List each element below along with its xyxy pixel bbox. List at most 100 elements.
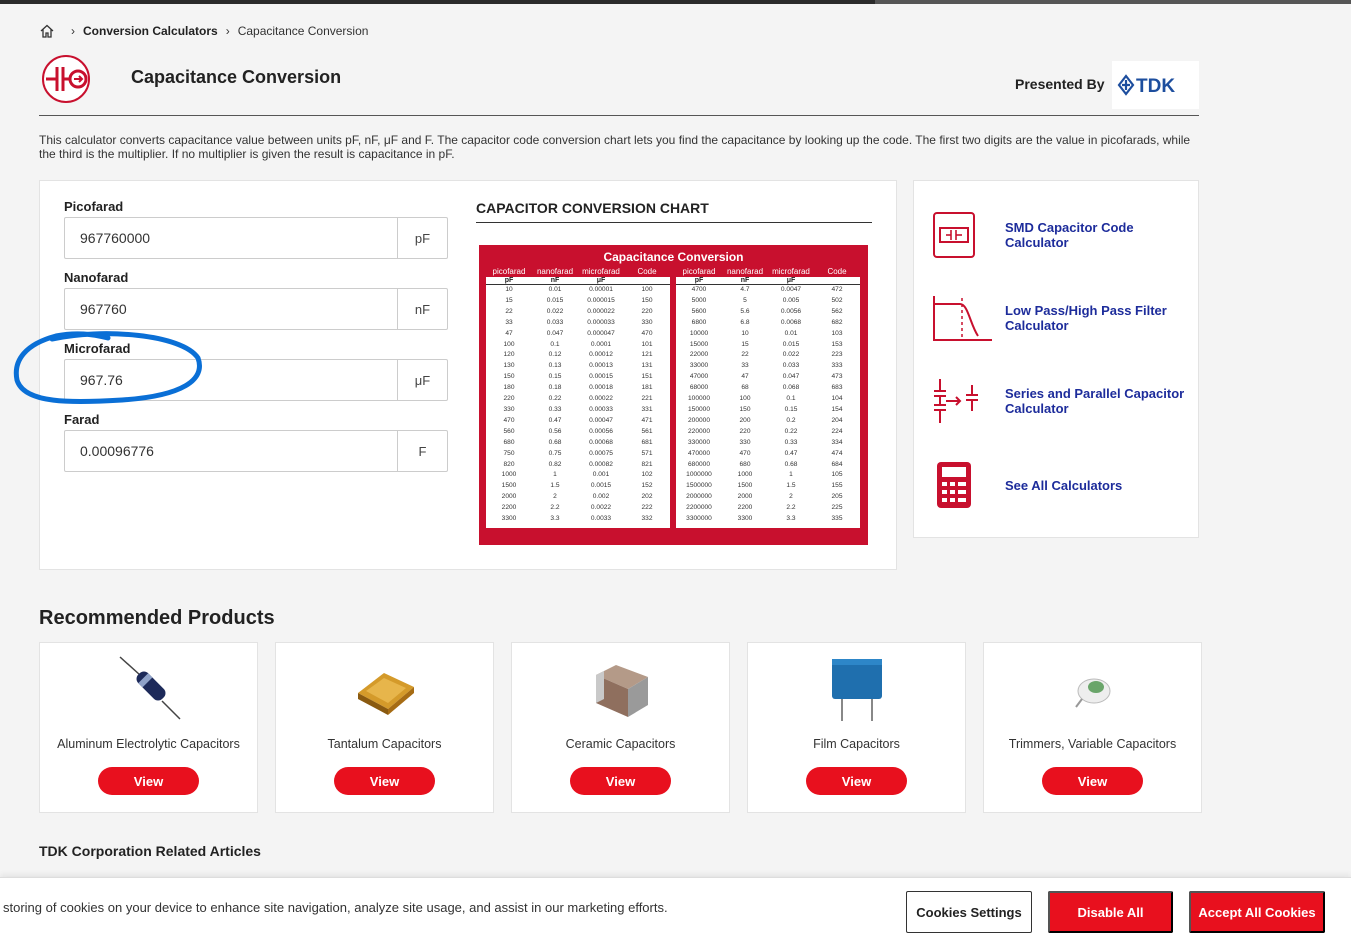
chart-cell: 68 <box>741 384 749 392</box>
capacitance-logo-icon <box>42 55 90 103</box>
view-button[interactable]: View <box>1042 767 1143 795</box>
chart-cell: 4700 <box>691 286 707 293</box>
chart-cell: 470 <box>739 449 751 457</box>
chart-cell: 0.33 <box>548 405 562 413</box>
chart-left-column: picofarad nanofarad microfarad Code pF nF μF 1… <box>486 267 670 528</box>
chart-cell: 33 <box>741 362 749 370</box>
chart-cell: 0.000015 <box>587 296 615 304</box>
chart-cell: 1500 <box>737 482 753 490</box>
series-parallel-icon <box>934 379 978 423</box>
picofarad-label: Picofarad <box>64 199 124 214</box>
product-card: Trimmers, Variable Capacitors View <box>983 642 1202 813</box>
chart-cell: 47 <box>741 373 749 381</box>
chart-cell: 0.00015 <box>589 373 613 381</box>
chart-cell: 0.22 <box>784 427 798 435</box>
chart-row: 15000 15 0.015 153 <box>676 340 860 351</box>
chart-cell: 2.2 <box>786 504 796 512</box>
chart-cell: 0.1 <box>786 395 796 403</box>
chart-row: 180 0.18 0.00018 181 <box>486 383 670 394</box>
filter-calculator-label[interactable]: Low Pass/High Pass Filter Calculator <box>1005 303 1195 333</box>
picofarad-unit: pF <box>397 218 447 258</box>
chart-cell: 335 <box>831 515 843 523</box>
calculator-icon <box>937 462 971 508</box>
product-name: Film Capacitors <box>813 737 900 751</box>
chart-row: 100 0.1 0.0001 101 <box>486 340 670 351</box>
nanofarad-input[interactable]: 967760 <box>65 289 397 329</box>
filter-graph-icon <box>933 296 992 341</box>
farad-input[interactable]: 0.00096776 <box>65 431 397 471</box>
chart-cell: 153 <box>831 340 843 348</box>
product-name: Aluminum Electrolytic Capacitors <box>57 737 240 751</box>
chart-cell: 0.01 <box>784 329 798 337</box>
view-button[interactable]: View <box>806 767 907 795</box>
disable-all-button[interactable]: Disable All <box>1048 891 1173 933</box>
chart-cell: 0.1 <box>550 340 560 348</box>
chart-cell: 131 <box>641 362 653 370</box>
chart-cell: 0.00075 <box>589 449 613 457</box>
chart-cell: 0.00012 <box>589 351 613 359</box>
chart-cell: 680 <box>503 438 515 446</box>
chart-cell: 220 <box>641 307 653 315</box>
breadcrumb-link-conversion-calculators[interactable]: Conversion Calculators <box>83 24 218 38</box>
chart-cell: 0.13 <box>548 362 562 370</box>
chart-col-unit: nF <box>550 277 560 284</box>
recommended-products-list: Aluminum Electrolytic Capacitors View Ta… <box>39 642 1202 813</box>
chart-row: 47 0.047 0.000047 470 <box>486 329 670 340</box>
chart-row: 10000 10 0.01 103 <box>676 329 860 340</box>
see-all-calculators-label[interactable]: See All Calculators <box>1005 478 1195 493</box>
picofarad-input[interactable]: 967760000 <box>65 218 397 258</box>
chart-cell: 224 <box>831 427 843 435</box>
chart-cell: 1 <box>789 471 793 479</box>
accept-all-cookies-button[interactable]: Accept All Cookies <box>1189 891 1325 933</box>
tdk-logo[interactable]: TDK <box>1112 61 1199 109</box>
smd-capacitor-code-link[interactable]: SMD Capacitor Code Calculator <box>932 211 1195 259</box>
chart-row: 470000 470 0.47 474 <box>676 449 860 460</box>
chart-cell: 68000 <box>689 384 709 392</box>
chart-cell: 1000000 <box>686 471 712 479</box>
chart-cell: 1500000 <box>686 482 712 490</box>
tdk-logo-mark: TDK <box>1117 74 1175 97</box>
chart-cell: 0.00001 <box>589 286 613 293</box>
chart-cell: 502 <box>831 296 843 304</box>
smd-capacitor-code-label[interactable]: SMD Capacitor Code Calculator <box>1005 220 1195 250</box>
chart-cell: 0.00022 <box>589 395 613 403</box>
chart-row: 3300000 3300 3.3 335 <box>676 514 860 525</box>
series-parallel-link[interactable]: Series and Parallel Capacitor Calculator <box>932 377 1195 425</box>
chart-cell: 0.82 <box>548 460 562 468</box>
chart-cell: 0.47 <box>784 449 798 457</box>
breadcrumb: › Conversion Calculators › Capacitance C… <box>39 23 368 39</box>
see-all-calculators-link[interactable]: See All Calculators <box>932 461 1195 509</box>
chart-cell: 0.00013 <box>589 362 613 370</box>
chart-col-header: microfarad <box>582 267 620 276</box>
chart-cell: 471 <box>641 416 653 424</box>
product-name: Tantalum Capacitors <box>327 737 442 751</box>
series-parallel-label[interactable]: Series and Parallel Capacitor Calculator <box>1005 386 1195 416</box>
chart-cell: 330 <box>503 405 515 413</box>
chart-cell: 0.033 <box>782 362 800 370</box>
chart-cell: 681 <box>641 438 653 446</box>
chart-cell: 3.3 <box>550 515 560 523</box>
farad-field[interactable]: 0.00096776 F <box>64 430 448 472</box>
chart-row: 22 0.022 0.000022 220 <box>486 307 670 318</box>
chart-cell: 473 <box>831 373 843 381</box>
chart-cell: 2.2 <box>550 504 560 512</box>
chart-cell: 180 <box>503 384 515 392</box>
home-icon[interactable] <box>39 23 55 39</box>
chart-image-title: Capacitance Conversion <box>603 250 744 264</box>
view-button[interactable]: View <box>98 767 199 795</box>
picofarad-field[interactable]: 967760000 pF <box>64 217 448 259</box>
nanofarad-field[interactable]: 967760 nF <box>64 288 448 330</box>
presented-by-label: Presented By <box>1015 76 1105 92</box>
cookies-settings-button[interactable]: Cookies Settings <box>906 891 1032 933</box>
chart-cell: 22 <box>741 351 749 359</box>
chart-cell: 204 <box>831 416 843 424</box>
view-button[interactable]: View <box>570 767 671 795</box>
chart-cell: 220 <box>739 427 751 435</box>
chart-cell: 0.005 <box>782 296 800 304</box>
chart-cell: 104 <box>831 395 843 403</box>
smd-capacitor-icon <box>933 212 975 258</box>
filter-calculator-link[interactable]: Low Pass/High Pass Filter Calculator <box>932 294 1195 342</box>
view-button[interactable]: View <box>334 767 435 795</box>
breadcrumb-current: Capacitance Conversion <box>237 24 369 38</box>
chart-cell: 6.8 <box>740 318 750 326</box>
